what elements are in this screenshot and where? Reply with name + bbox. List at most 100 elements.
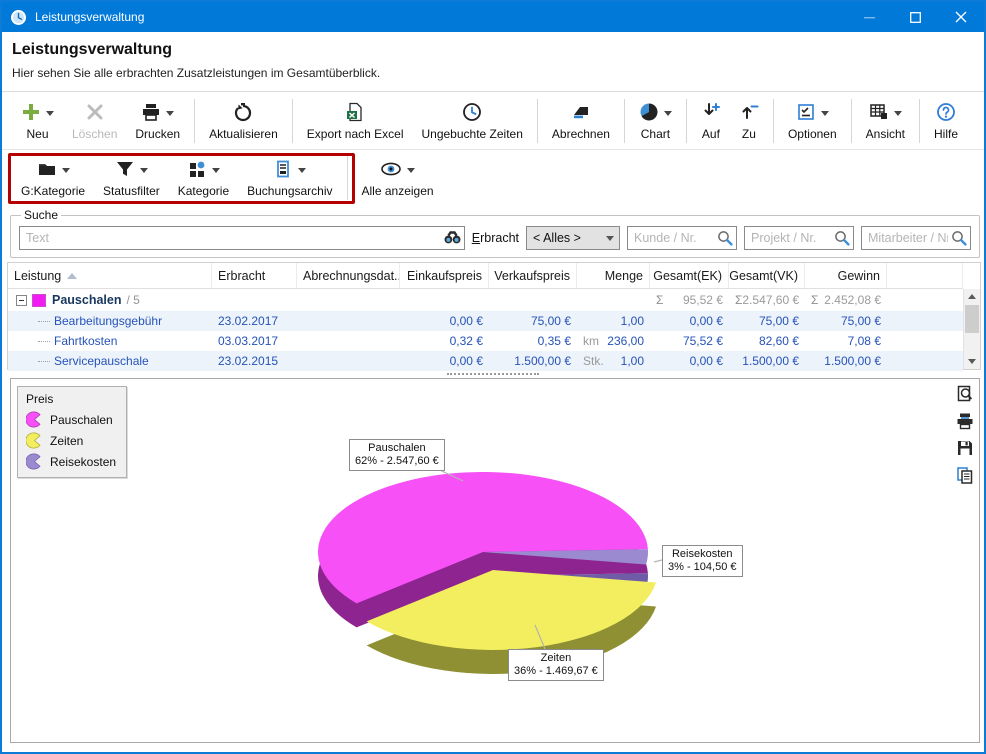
alle-anzeigen-button[interactable]: Alle anzeigen xyxy=(353,150,443,206)
ansicht-button[interactable]: Ansicht xyxy=(857,93,914,149)
chart-legend: Preis Pauschalen Zeiten Reisekosten xyxy=(17,386,127,478)
chevron-down-icon xyxy=(606,236,614,241)
aktualisieren-button[interactable]: Aktualisieren xyxy=(200,93,287,149)
loeschen-button[interactable]: Löschen xyxy=(63,93,126,149)
maximize-button[interactable] xyxy=(892,2,938,32)
search-icon[interactable] xyxy=(834,230,850,246)
legend-item-reisekosten[interactable]: Reisekosten xyxy=(26,453,120,470)
search-group: Suche Erbracht < Alles > xyxy=(10,208,980,258)
column-header-gesamt-vk[interactable]: Gesamt(VK) xyxy=(729,263,805,288)
toolbar-separator xyxy=(851,99,852,143)
scroll-down-button[interactable] xyxy=(964,354,980,369)
refresh-icon xyxy=(233,102,253,122)
column-header-leistung[interactable]: Leistung xyxy=(8,263,212,288)
dropdown-caret-icon[interactable] xyxy=(407,168,415,173)
binoculars-icon[interactable] xyxy=(444,230,461,245)
table-row[interactable]: Bearbeitungsgebühr 23.02.2017 0,00 € 75,… xyxy=(8,311,963,331)
leistungen-table: Leistung Erbracht Abrechnungsdat... Eink… xyxy=(7,262,981,370)
search-icon[interactable] xyxy=(717,230,733,246)
horizontal-splitter[interactable] xyxy=(2,370,984,377)
buchungsarchiv-button[interactable]: Buchungsarchiv xyxy=(238,150,341,206)
collapse-expander-icon[interactable] xyxy=(16,295,27,306)
neu-button[interactable]: Neu xyxy=(12,93,63,149)
table-row[interactable]: Servicepauschale 23.02.2015 0,00 € 1.500… xyxy=(8,351,963,371)
zu-button[interactable]: Zu xyxy=(730,93,768,149)
search-group-label: Suche xyxy=(21,208,61,222)
delete-icon xyxy=(86,103,104,121)
column-header-einkaufspreis[interactable]: Einkaufspreis xyxy=(400,263,489,288)
billing-icon xyxy=(571,102,591,122)
gkategorie-button[interactable]: G:Kategorie xyxy=(12,150,94,206)
chevron-down-icon xyxy=(968,359,976,364)
maximize-icon xyxy=(910,12,921,23)
legend-item-zeiten[interactable]: Zeiten xyxy=(26,432,120,449)
help-icon xyxy=(936,102,956,122)
column-header-verkaufspreis[interactable]: Verkaufspreis xyxy=(489,263,577,288)
auf-button[interactable]: Auf xyxy=(692,93,730,149)
dropdown-caret-icon[interactable] xyxy=(62,168,70,173)
dropdown-caret-icon[interactable] xyxy=(664,111,672,116)
chart-button[interactable]: Chart xyxy=(630,93,681,149)
legend-item-pauschalen[interactable]: Pauschalen xyxy=(26,411,120,428)
splitter-grip-icon xyxy=(447,373,539,375)
group-name: Pauschalen xyxy=(52,293,121,307)
abrechnen-button[interactable]: Abrechnen xyxy=(543,93,619,149)
pie-label-pauschalen: Pauschalen 62% - 2.547,60 € xyxy=(349,439,445,471)
dropdown-caret-icon[interactable] xyxy=(140,168,148,173)
export-excel-button[interactable]: Export nach Excel xyxy=(298,93,413,149)
erbracht-selected-value: < Alles > xyxy=(533,231,581,245)
plus-icon xyxy=(21,102,41,122)
search-text-input[interactable] xyxy=(19,226,465,250)
app-window: Leistungsverwaltung Leistungsverwaltung … xyxy=(0,0,986,754)
table-scrollbar[interactable] xyxy=(963,289,980,369)
minimize-button[interactable] xyxy=(846,2,892,32)
sort-asc-icon xyxy=(67,273,77,279)
dropdown-caret-icon[interactable] xyxy=(894,111,902,116)
drucken-button[interactable]: Drucken xyxy=(126,93,189,149)
table-row[interactable]: Fahrtkosten 03.03.2017 0,32 € 0,35 € km2… xyxy=(8,331,963,351)
main-toolbar: Neu Löschen Drucken xyxy=(2,93,984,150)
erbracht-select[interactable]: < Alles > xyxy=(526,226,620,250)
column-header-erbracht[interactable]: Erbracht xyxy=(212,263,297,288)
scroll-up-button[interactable] xyxy=(964,289,980,304)
column-header-abrechnungsdatum[interactable]: Abrechnungsdat... xyxy=(297,263,400,288)
search-icon[interactable] xyxy=(951,230,967,246)
dropdown-caret-icon[interactable] xyxy=(298,168,306,173)
dropdown-caret-icon[interactable] xyxy=(46,111,54,116)
chevron-up-icon xyxy=(968,294,976,299)
sigma-icon: Σ xyxy=(811,293,818,307)
close-icon xyxy=(955,11,967,23)
pie-swatch-icon xyxy=(26,453,43,470)
hilfe-button[interactable]: Hilfe xyxy=(925,93,967,149)
save-icon[interactable] xyxy=(956,439,974,457)
dropdown-caret-icon[interactable] xyxy=(212,168,220,173)
group-row-pauschalen[interactable]: Pauschalen / 5 Σ95,52 € Σ2.547,60 € Σ2.4… xyxy=(8,289,963,311)
toolbar-separator xyxy=(686,99,687,143)
print-icon[interactable] xyxy=(956,412,974,430)
group-sum-gesamt-ek: 95,52 € xyxy=(683,293,723,307)
group-sum-gesamt-vk: 2.547,60 € xyxy=(742,293,799,307)
tree-branch-icon xyxy=(38,361,50,362)
pie-chart xyxy=(11,379,979,742)
ungebuchte-zeiten-button[interactable]: Ungebuchte Zeiten xyxy=(412,93,531,149)
scrollbar-thumb[interactable] xyxy=(965,305,979,333)
group-color-swatch xyxy=(32,294,46,307)
sigma-icon: Σ xyxy=(656,293,663,307)
close-button[interactable] xyxy=(938,2,984,32)
optionen-button[interactable]: Optionen xyxy=(779,93,846,149)
column-header-gewinn[interactable]: Gewinn xyxy=(805,263,887,288)
dropdown-caret-icon[interactable] xyxy=(821,111,829,116)
pie-label-zeiten: Zeiten 36% - 1.469,67 € xyxy=(508,649,604,681)
excel-icon xyxy=(345,102,365,122)
filter-toolbar: G:Kategorie Statusfilter Katego xyxy=(2,150,984,206)
statusfilter-button[interactable]: Statusfilter xyxy=(94,150,169,206)
dropdown-caret-icon[interactable] xyxy=(166,111,174,116)
preview-icon[interactable] xyxy=(956,385,974,403)
pie-swatch-icon xyxy=(26,411,43,428)
column-header-menge[interactable]: Menge xyxy=(577,263,650,288)
column-header-gesamt-ek[interactable]: Gesamt(EK) xyxy=(650,263,729,288)
kategorie-button[interactable]: Kategorie xyxy=(169,150,238,206)
copy-icon[interactable] xyxy=(956,466,974,484)
tree-branch-icon xyxy=(38,321,50,322)
page-title: Leistungsverwaltung xyxy=(12,41,984,59)
